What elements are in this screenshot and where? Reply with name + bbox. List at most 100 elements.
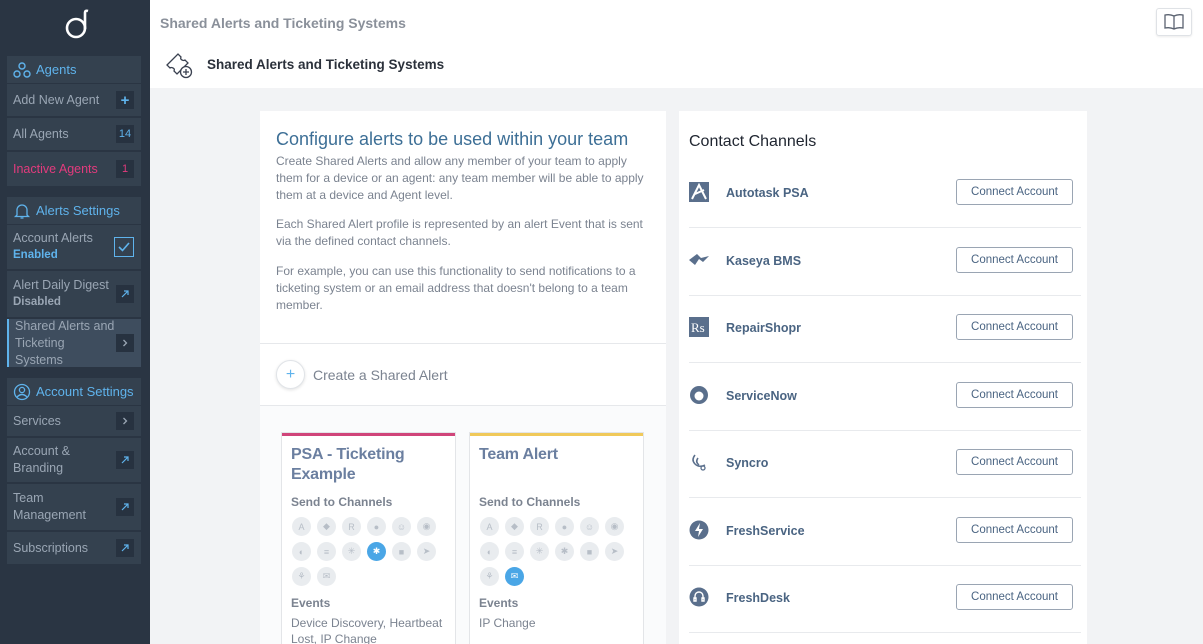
all-agents-label: All Agents xyxy=(13,126,69,141)
connect-account-button[interactable]: Connect Account xyxy=(956,314,1073,340)
agents-header[interactable]: Agents xyxy=(7,56,141,84)
events-value: IP Change xyxy=(479,616,536,630)
autotask-icon xyxy=(689,182,709,202)
services-label: Services xyxy=(13,413,61,428)
autotask-icon: A xyxy=(480,517,499,536)
kaseya-icon: ◆ xyxy=(317,517,336,536)
freshdesk-icon xyxy=(689,587,709,607)
teams-icon: ■ xyxy=(392,542,411,561)
servicenow-icon: ● xyxy=(555,517,574,536)
syncro-icon xyxy=(689,452,709,472)
connect-account-button[interactable]: Connect Account xyxy=(956,179,1073,205)
external-link-icon[interactable] xyxy=(116,285,134,303)
channel-row-autotask: Autotask PSA Connect Account xyxy=(689,161,1081,228)
sidebar-item-team-management[interactable]: Team Management xyxy=(7,484,141,532)
plus-icon: + xyxy=(116,91,134,109)
sidebar-item-account-alerts[interactable]: Account Alerts Enabled xyxy=(7,225,141,271)
channel-name: FreshDesk xyxy=(726,591,790,605)
sidebar-item-inactive-agents[interactable]: Inactive Agents 1 xyxy=(7,152,141,186)
servicenow-icon: ● xyxy=(367,517,386,536)
connect-account-button[interactable]: Connect Account xyxy=(956,517,1073,543)
channel-row-repairshopr: Rs RepairShopr Connect Account xyxy=(689,296,1081,363)
repairshopr-icon: Rs xyxy=(689,317,709,337)
events-label: Events xyxy=(291,596,331,610)
alert-card-team[interactable]: Team Alert Send to Channels A ◆ R ● ☺ ◉ … xyxy=(469,432,644,644)
agents-group: Agents Add New Agent + All Agents 14 Ina… xyxy=(7,56,141,186)
slack-icon: ✱ xyxy=(555,542,574,561)
external-link-icon[interactable] xyxy=(116,498,134,516)
account-settings-header[interactable]: Account Settings xyxy=(7,378,141,406)
daily-digest-label: Alert Daily Digest xyxy=(13,278,109,292)
sidebar-item-shared-alerts[interactable]: Shared Alerts and Ticketing Systems xyxy=(7,319,141,367)
alert-card-title: PSA - Ticketing Example xyxy=(291,446,405,483)
check-icon[interactable] xyxy=(114,237,134,257)
sidebar-item-add-new-agent[interactable]: Add New Agent + xyxy=(7,84,141,118)
configure-title: Configure alerts to be used within your … xyxy=(276,129,629,149)
agents-header-label: Agents xyxy=(36,62,77,77)
configure-card: Configure alerts to be used within your … xyxy=(260,111,666,644)
connect-account-button[interactable]: Connect Account xyxy=(956,584,1073,610)
ticket-add-icon xyxy=(166,53,193,79)
book-icon xyxy=(1164,14,1184,30)
alerts-settings-header[interactable]: Alerts Settings xyxy=(7,197,141,225)
chevron-right-icon xyxy=(116,412,134,430)
connect-account-button[interactable]: Connect Account xyxy=(956,247,1073,273)
freshservice-icon: ◉ xyxy=(605,517,624,536)
syncro-icon: ☺ xyxy=(392,517,411,536)
channel-row-syncro: Syncro Connect Account xyxy=(689,431,1081,498)
send-to-channels-label: Send to Channels xyxy=(291,495,393,509)
sidebar-item-daily-digest[interactable]: Alert Daily Digest Disabled xyxy=(7,271,141,319)
events-value: Device Discovery, Heartbeat Lost, IP Cha… xyxy=(291,616,443,644)
divider xyxy=(260,343,666,344)
channel-name: FreshService xyxy=(726,524,805,538)
sidebar-item-subscriptions[interactable]: Subscriptions xyxy=(7,532,141,564)
external-link-icon[interactable] xyxy=(116,539,134,557)
email-icon: ✉ xyxy=(317,567,336,586)
domotz-logo[interactable] xyxy=(64,9,92,39)
alerts-settings-group: Alerts Settings Account Alerts Enabled A… xyxy=(7,197,141,367)
channel-icons: A ◆ R ● ☺ ◉ ◐ ≡ ✳ ✱ ■ ➤ ⚘ ✉ xyxy=(480,517,640,586)
connect-account-button[interactable]: Connect Account xyxy=(956,382,1073,408)
autotask-icon: A xyxy=(292,517,311,536)
channel-name: Autotask PSA xyxy=(726,186,809,200)
external-link-icon[interactable] xyxy=(116,451,134,469)
alert-card-psa[interactable]: PSA - Ticketing Example Send to Channels… xyxy=(281,432,456,644)
connect-account-button[interactable]: Connect Account xyxy=(956,449,1073,475)
sidebar-item-all-agents[interactable]: All Agents 14 xyxy=(7,118,141,152)
card-accent-bar xyxy=(282,433,455,436)
page-title: Shared Alerts and Ticketing Systems xyxy=(207,57,445,72)
sidebar: Agents Add New Agent + All Agents 14 Ina… xyxy=(0,0,150,644)
configure-paragraph-1: Create Shared Alerts and allow any membe… xyxy=(276,154,644,202)
events-label: Events xyxy=(479,596,519,610)
channel-row-servicenow: ServiceNow Connect Account xyxy=(689,364,1081,431)
telegram-icon: ➤ xyxy=(605,542,624,561)
svg-text:Rs: Rs xyxy=(691,320,705,335)
slack-icon: ✱ xyxy=(367,542,386,561)
docs-button[interactable] xyxy=(1156,8,1192,36)
webhook-icon: ⚘ xyxy=(480,567,499,586)
syncro-icon: ☺ xyxy=(580,517,599,536)
sidebar-item-account-branding[interactable]: Account & Branding xyxy=(7,438,141,484)
channel-row-freshdesk: FreshDesk Connect Account xyxy=(689,566,1081,633)
channel-name: ServiceNow xyxy=(726,389,797,403)
kaseya-icon xyxy=(689,250,709,270)
channel-name: RepairShopr xyxy=(726,321,802,335)
channel-icons: A ◆ R ● ☺ ◉ ◐ ≡ ✳ ✱ ■ ➤ ⚘ ✉ xyxy=(292,517,452,586)
account-alerts-label: Account Alerts xyxy=(13,231,93,245)
repairshopr-icon: R xyxy=(530,517,549,536)
servicenow-icon xyxy=(689,385,709,405)
configure-paragraph-3: For example, you can use this functional… xyxy=(276,264,636,312)
freshdesk-icon: ◐ xyxy=(292,542,311,561)
page-header: Shared Alerts and Ticketing Systems Shar… xyxy=(150,0,1203,88)
alert-card-title: Team Alert xyxy=(479,446,558,463)
team-management-label: Team Management xyxy=(13,491,86,522)
zapier-icon: ✳ xyxy=(342,542,361,561)
alerts-settings-label: Alerts Settings xyxy=(36,203,120,218)
agents-icon xyxy=(13,61,31,79)
repairshopr-icon: R xyxy=(342,517,361,536)
sidebar-item-services[interactable]: Services xyxy=(7,406,141,438)
freshdesk-icon: ◐ xyxy=(480,542,499,561)
channel-name: Kaseya BMS xyxy=(726,254,802,268)
telegram-icon: ➤ xyxy=(417,542,436,561)
create-shared-alert-button[interactable]: + Create a Shared Alert xyxy=(276,360,448,389)
